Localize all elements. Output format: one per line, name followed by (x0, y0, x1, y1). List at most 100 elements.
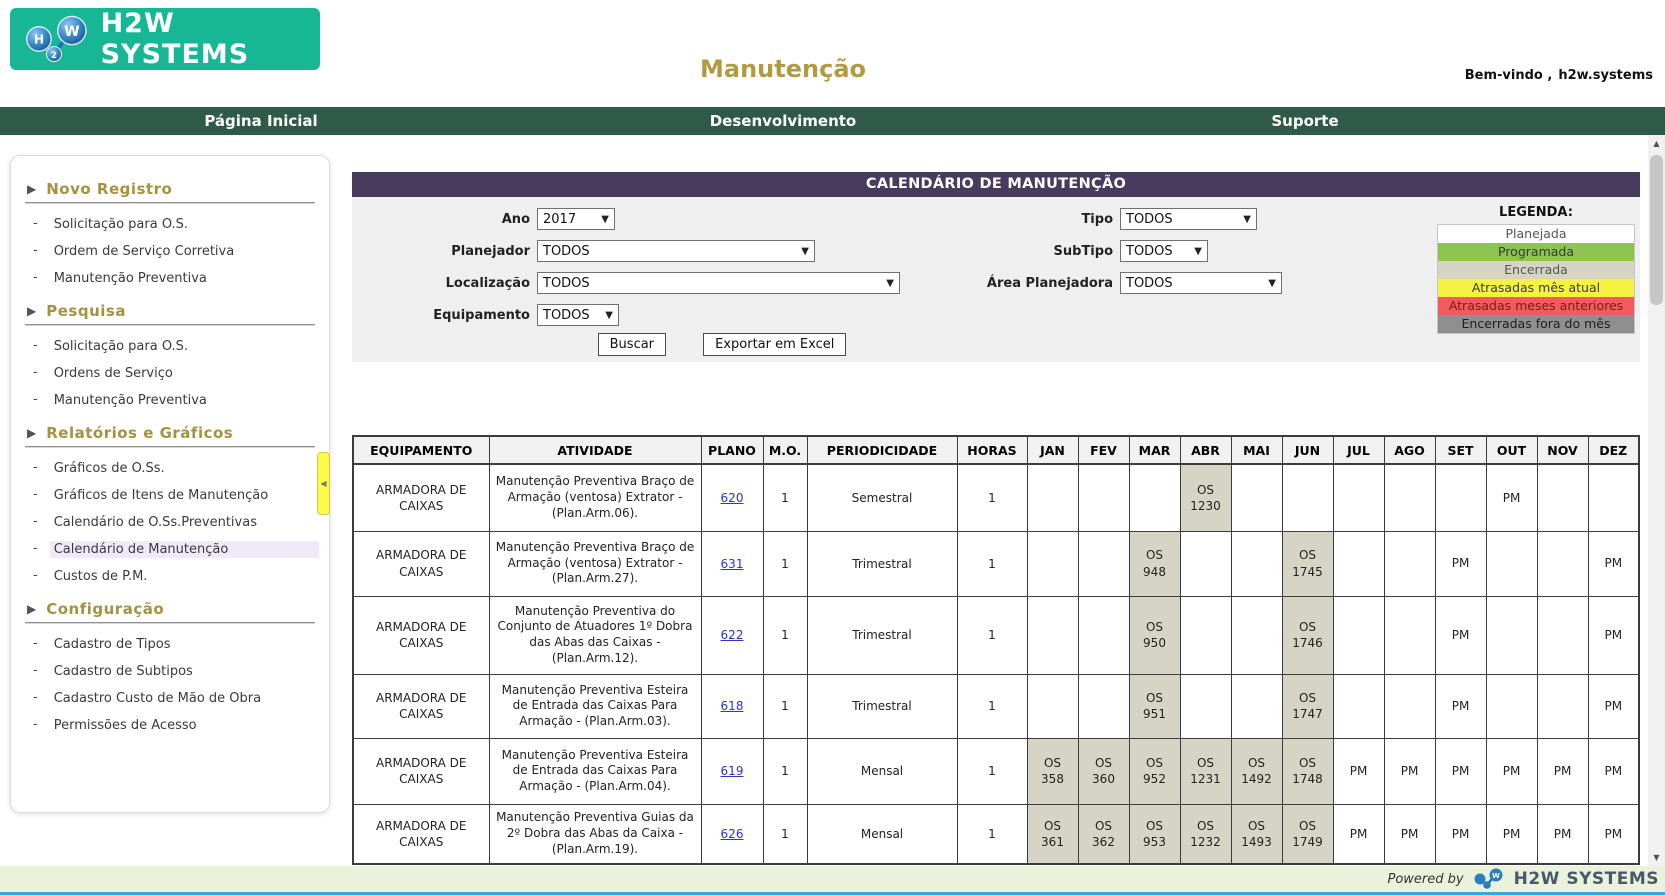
sidebar-item[interactable]: - Ordem de Serviço Corretiva (33, 238, 319, 265)
plano-link[interactable]: 618 (721, 699, 744, 713)
sidebar-collapse-handle[interactable]: ◀ (317, 452, 330, 515)
sidebar-section-header[interactable]: ▶ Pesquisa (27, 302, 315, 320)
nav-item[interactable]: Página Inicial (0, 107, 522, 135)
calendar-cell: OS 1230 (1179, 463, 1232, 532)
plano-link[interactable]: 631 (721, 557, 744, 571)
plano-link[interactable]: 622 (721, 628, 744, 642)
sidebar-item[interactable]: - Cadastro Custo de Mão de Obra (33, 685, 319, 712)
month-header: JAN (1026, 435, 1079, 465)
month-header: FEV (1077, 435, 1130, 465)
sidebar-section-header[interactable]: ▶ Novo Registro (27, 180, 315, 198)
calendar-cell (1281, 463, 1334, 532)
table-row: ARMADORA DE CAIXAS Manutenção Preventiva … (352, 530, 1640, 597)
sidebar-item[interactable]: - Solicitação para O.S. (33, 211, 319, 238)
nav-item[interactable]: Suporte (1044, 107, 1566, 135)
sidebar-item-label: Custos de P.M. (53, 569, 148, 584)
filter-label: Equipamento (433, 307, 530, 323)
equipamento-cell: ARMADORA DE CAIXAS (352, 595, 490, 675)
search-button[interactable]: Buscar (597, 333, 667, 356)
plano-cell: 619 (700, 737, 764, 805)
legend-item: Planejada (1438, 225, 1634, 243)
filter-select[interactable]: TODOS ▼ (1120, 240, 1208, 262)
nav-item[interactable]: Desenvolvimento (522, 107, 1044, 135)
plano-cell: 622 (700, 595, 764, 675)
horas-cell: 1 (956, 673, 1028, 739)
filter-select[interactable]: TODOS ▼ (537, 240, 815, 262)
dash-bullet: - (33, 690, 38, 705)
calendar-cell: PM (1434, 803, 1487, 865)
chevron-right-icon: ▶ (27, 304, 37, 318)
sidebar-item[interactable]: - Calendário de O.Ss.Preventivas (33, 509, 319, 536)
chevron-left-icon: ◀ (320, 479, 327, 488)
atividade-cell: Manutenção Preventiva Braço de Armação (… (488, 463, 702, 532)
scrollbar-thumb[interactable] (1650, 155, 1663, 305)
sidebar-section-header[interactable]: ▶ Configuração (27, 600, 315, 618)
calendar-cell (1536, 530, 1589, 597)
plano-link[interactable]: 626 (721, 827, 744, 841)
scroll-down-arrow-icon[interactable]: ▼ (1648, 849, 1665, 866)
periodicidade-cell: Trimestral (806, 673, 958, 739)
calendar-cell: OS 1749 (1281, 803, 1334, 865)
month-header: AGO (1383, 435, 1436, 465)
vertical-scrollbar[interactable]: ▲ ▼ (1648, 135, 1665, 866)
calendar-cell (1332, 463, 1385, 532)
plano-link[interactable]: 620 (721, 491, 744, 505)
sidebar-item[interactable]: - Permissões de Acesso (33, 712, 319, 739)
chevron-right-icon: ▶ (27, 602, 37, 616)
sidebar-item[interactable]: - Manutenção Preventiva (33, 387, 319, 414)
svg-text:W: W (64, 24, 80, 40)
calendar-cell (1179, 530, 1232, 597)
select-value: TODOS (1126, 275, 1173, 291)
filters-right: Tipo TODOS ▼ SubTipo TODOS ▼ Área Planejadora T… (883, 203, 1282, 299)
filter-row: SubTipo TODOS ▼ (883, 235, 1282, 267)
sidebar-item[interactable]: - Cadastro de Tipos (33, 631, 319, 658)
export-excel-button[interactable]: Exportar em Excel (703, 333, 847, 356)
sidebar-item-label: Gráficos de O.Ss. (53, 461, 165, 476)
plano-cell: 620 (700, 463, 764, 532)
filter-label: Área Planejadora (986, 275, 1113, 291)
plano-link[interactable]: 619 (721, 764, 744, 778)
dash-bullet: - (33, 338, 38, 353)
calendar-cell: OS 1747 (1281, 673, 1334, 739)
sidebar-item[interactable]: - Cadastro de Subtipos (33, 658, 319, 685)
month-header: NOV (1536, 435, 1589, 465)
divider (25, 446, 315, 448)
nav-items: Página Inicial Desenvolvimento Suporte (0, 107, 1566, 135)
sidebar-item[interactable]: - Gráficos de O.Ss. (33, 455, 319, 482)
legend-item: Encerradas fora do mês (1438, 315, 1634, 333)
table-row: ARMADORA DE CAIXAS Manutenção Preventiva … (352, 595, 1640, 675)
calendar-cell: OS 951 (1128, 673, 1181, 739)
dash-bullet: - (33, 636, 38, 651)
filter-select[interactable]: TODOS ▼ (537, 272, 900, 294)
content: ▶ Novo Registro - Solicitação para O.S. - Ord… (0, 135, 1665, 866)
scroll-up-arrow-icon[interactable]: ▲ (1648, 135, 1665, 152)
sidebar-item[interactable]: - Solicitação para O.S. (33, 333, 319, 360)
legend-item: Atrasadas mês atual (1438, 279, 1634, 297)
main-nav: Página Inicial Desenvolvimento Suporte (0, 107, 1665, 135)
filter-select[interactable]: TODOS ▼ (537, 304, 619, 326)
column-header: ATIVIDADE (488, 435, 702, 465)
sidebar-section-header[interactable]: ▶ Relatórios e Gráficos (27, 424, 315, 442)
dash-bullet: - (33, 663, 38, 678)
sidebar-section-title: Novo Registro (46, 180, 173, 198)
sidebar-item[interactable]: - Ordens de Serviço (33, 360, 319, 387)
mo-cell: 1 (762, 530, 808, 597)
sidebar-item[interactable]: - Custos de P.M. (33, 563, 319, 590)
filter-select[interactable]: TODOS ▼ (1120, 272, 1282, 294)
top-header: H 2 W H2W SYSTEMS Manutenção Bem-vindo ,… (0, 0, 1665, 107)
sidebar-item[interactable]: - Calendário de Manutenção (33, 536, 319, 563)
sidebar-item-label: Manutenção Preventiva (53, 393, 207, 408)
calendar-cell: OS 953 (1128, 803, 1181, 865)
sidebar-item[interactable]: - Gráficos de Itens de Manutenção (33, 482, 319, 509)
filter-select[interactable]: TODOS ▼ (1120, 208, 1257, 230)
calendar-cell (1026, 530, 1079, 597)
sidebar-item[interactable]: - Manutenção Preventiva (33, 265, 319, 292)
divider (25, 324, 315, 326)
sidebar-item-label: Calendário de Manutenção (49, 541, 319, 558)
sidebar-item-label: Manutenção Preventiva (53, 271, 207, 286)
filter-area: Ano 2017 ▼ Planejador TODOS ▼ Localização TODOS… (352, 197, 1640, 362)
filter-select[interactable]: 2017 ▼ (537, 208, 615, 230)
month-header: MAI (1230, 435, 1283, 465)
filter-row: Localização TODOS ▼ (352, 267, 900, 299)
filter-row: Planejador TODOS ▼ (352, 235, 900, 267)
